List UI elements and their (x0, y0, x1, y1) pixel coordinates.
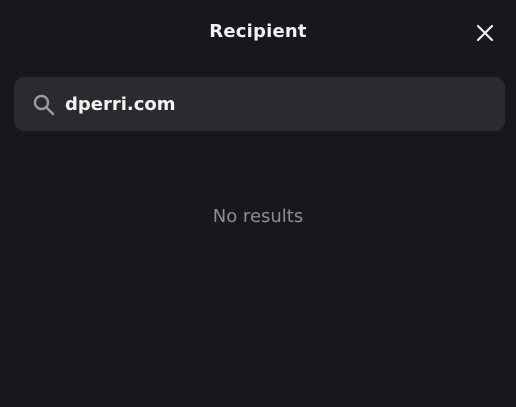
close-icon[interactable] (476, 24, 494, 42)
search-input[interactable] (65, 89, 485, 119)
close-button[interactable] (472, 20, 498, 46)
dialog-title: Recipient (209, 21, 307, 42)
no-results-message: No results (212, 206, 304, 227)
search-icon (33, 94, 55, 116)
search-field[interactable] (14, 77, 505, 131)
recipient-dialog: Recipient No results (0, 0, 516, 407)
